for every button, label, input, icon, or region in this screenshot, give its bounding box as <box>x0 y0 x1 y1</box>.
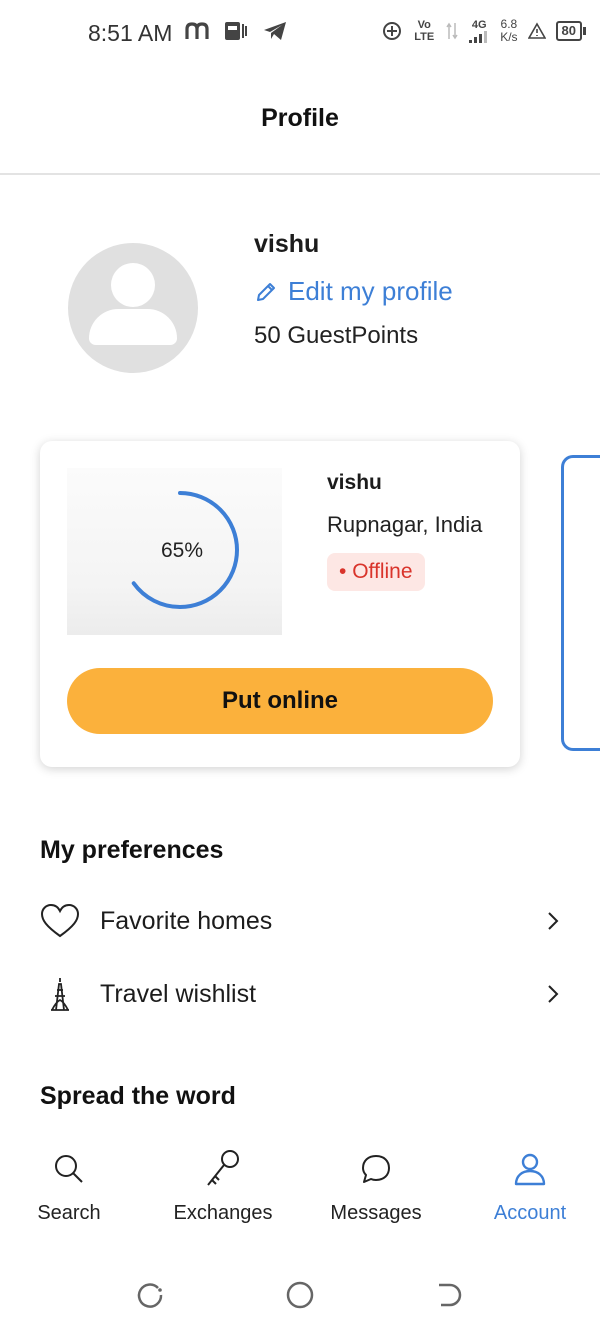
home-button[interactable] <box>285 1280 315 1315</box>
avatar-body-shape <box>89 309 177 345</box>
nav-account-label: Account <box>493 1202 567 1224</box>
status-label: Offline <box>352 560 413 583</box>
key-icon <box>207 1150 239 1186</box>
pref-item-label: Favorite homes <box>100 906 273 935</box>
status-dot: • <box>339 560 347 583</box>
back-icon <box>439 1283 462 1307</box>
status-time: 8:51 AM <box>88 20 173 46</box>
pref-item-travel-wishlist[interactable]: Travel wishlist <box>40 969 560 1019</box>
pref-item-label: Travel wishlist <box>100 979 257 1008</box>
page-title: Profile <box>261 104 339 132</box>
nav-search[interactable]: Search <box>0 1140 144 1225</box>
status-system-icons: Vo LTE 4G 6.8 K/s 80 <box>382 17 587 44</box>
preferences-title: My preferences <box>40 836 224 864</box>
data-arrows-icon <box>446 22 458 40</box>
system-nav-bar <box>0 1270 600 1320</box>
edit-profile-label: Edit my profile <box>288 276 453 306</box>
nav-search-label: Search <box>37 1202 101 1224</box>
edit-profile-link[interactable]: Edit my profile <box>254 276 453 307</box>
profile-name: vishu <box>254 230 320 258</box>
heart-icon <box>40 903 80 938</box>
nav-exchanges[interactable]: Exchanges <box>148 1140 298 1225</box>
signal-indicator: 4G <box>468 19 490 43</box>
chevron-right-icon <box>548 985 559 1003</box>
avatar[interactable] <box>68 243 198 373</box>
alert-icon <box>527 22 546 39</box>
recent-apps-button[interactable] <box>136 1280 166 1315</box>
completion-percent: 65% <box>160 539 204 562</box>
pref-item-favorite-homes[interactable]: Favorite homes <box>40 896 560 946</box>
eiffel-tower-icon <box>51 978 69 1011</box>
nav-exchanges-label: Exchanges <box>173 1202 273 1224</box>
nav-messages-label: Messages <box>330 1202 422 1224</box>
status-badge: • Offline <box>327 553 425 591</box>
data-saver-icon <box>383 22 402 40</box>
pencil-icon <box>257 282 275 301</box>
nav-messages[interactable]: Messages <box>301 1140 451 1225</box>
put-online-button[interactable]: Put online <box>67 668 493 734</box>
spread-title: Spread the word <box>40 1082 236 1110</box>
listing-owner-name: vishu <box>327 471 382 494</box>
listing-location: Rupnagar, India <box>327 512 483 537</box>
header-divider <box>0 173 600 175</box>
nav-account[interactable]: Account <box>455 1140 600 1225</box>
signal-bars-icon <box>469 31 488 43</box>
person-icon <box>514 1153 546 1186</box>
network-speed: 6.8 K/s <box>500 17 518 44</box>
paytm-icon <box>225 22 247 40</box>
telegram-icon <box>264 22 286 40</box>
listing-card[interactable]: 65% vishu Rupnagar, India • Offline Put … <box>40 441 520 767</box>
volte-indicator: Vo LTE <box>414 19 435 43</box>
guest-points: 50 GuestPoints <box>254 322 419 349</box>
battery-indicator: 80 <box>555 21 587 41</box>
status-bar: 8:51 AM Vo LTE 4G 6.8 K/s 80 <box>0 0 600 66</box>
recent-apps-icon <box>137 1283 163 1308</box>
home-circle-icon <box>286 1281 314 1309</box>
status-app-icons <box>184 20 288 42</box>
m-app-icon <box>185 22 209 39</box>
back-button[interactable] <box>435 1280 465 1315</box>
bottom-nav: Search Exchanges Messages Account <box>0 1140 600 1240</box>
chevron-right-icon <box>548 912 559 930</box>
search-icon <box>55 1155 83 1183</box>
avatar-head-shape <box>111 263 155 307</box>
next-card-peek[interactable] <box>561 455 600 751</box>
chat-bubble-icon <box>362 1155 390 1183</box>
